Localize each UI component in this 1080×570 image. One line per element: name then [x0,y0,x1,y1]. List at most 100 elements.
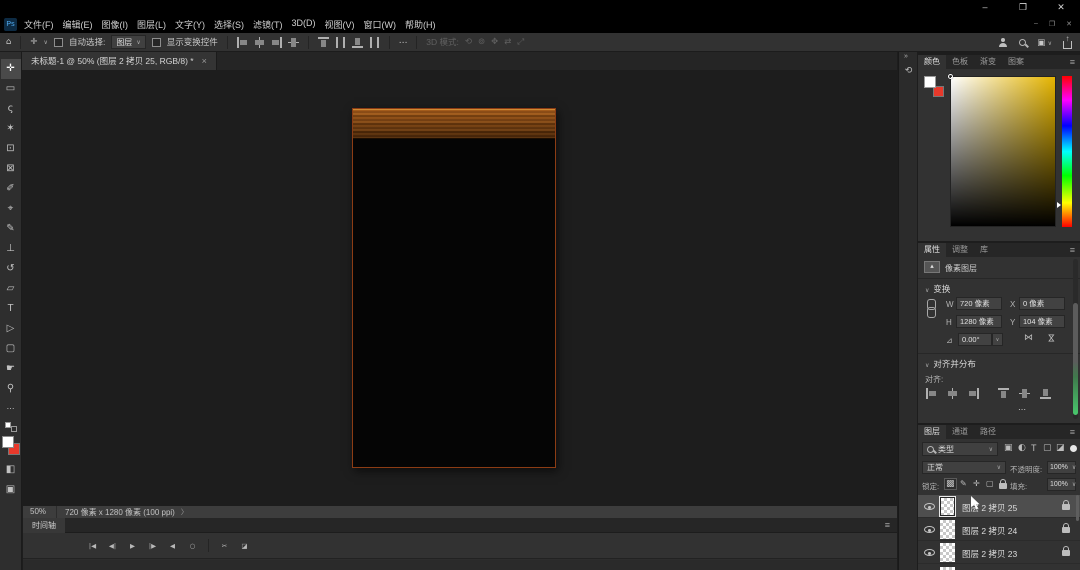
auto-select-checkbox[interactable] [54,38,63,47]
color-panel-swatches[interactable] [923,75,949,101]
history-brush-tool[interactable]: ↺ [1,259,21,279]
color-panel-menu-icon[interactable]: ≡ [1070,55,1075,69]
tab-channels[interactable]: 通道 [946,425,974,439]
layer-row[interactable]: 图层 2 拷贝 24 [918,518,1080,541]
menu-edit[interactable]: 编辑(E) [63,18,93,31]
rotation-field[interactable]: 0.00° [958,333,992,346]
account-icon[interactable] [998,38,1008,48]
quick-mask-icon[interactable]: ◧ [1,460,21,480]
filter-toggle-icon[interactable] [1070,445,1077,452]
properties-scrollbar-thumb[interactable] [1073,303,1078,415]
menu-file[interactable]: 文件(F) [24,18,54,31]
hand-tool[interactable]: ☛ [1,359,21,379]
brush-tool[interactable]: ✎ [1,219,21,239]
window-restore-button[interactable]: ❐ [1004,0,1042,16]
filter-adjustment-layers-icon[interactable]: ◐ [1018,443,1026,453]
foreground-color-swatch[interactable] [2,436,14,448]
type-tool[interactable]: T [1,299,21,319]
filter-pixel-layers-icon[interactable]: ▣ [1004,443,1013,453]
menu-window[interactable]: 窗口(W) [364,18,397,31]
lock-transparent-pixels-icon[interactable]: ▩ [944,478,957,490]
layer-row[interactable]: 图层 2 拷贝 23 [918,541,1080,564]
lasso-tool[interactable]: ς [1,99,21,119]
properties-panel-menu-icon[interactable]: ≡ [1070,243,1075,257]
app-minimize-button[interactable]: – [1034,20,1038,28]
flip-vertical-icon[interactable]: ⋈ [1046,334,1056,343]
height-field[interactable]: 1280 像素 [956,315,1002,328]
zoom-tool[interactable]: ⚲ [1,379,21,399]
align-right-edges-icon[interactable] [968,388,979,399]
layer-name[interactable]: 图层 2 拷贝 25 [962,502,1017,514]
current-tool-icon[interactable]: ✛ [30,37,37,47]
search-icon[interactable] [1019,39,1026,46]
shape-tool[interactable]: ▢ [1,339,21,359]
menu-select[interactable]: 选择(S) [214,18,244,31]
expand-panels-icon[interactable]: » [904,53,908,60]
move-tool[interactable]: ✛ [1,59,21,79]
saturation-brightness-picker[interactable] [950,76,1056,227]
align-bottom-edges-icon[interactable] [1040,388,1051,399]
previous-frame-icon[interactable]: ◀| [105,539,120,553]
play-icon[interactable]: ▶ [125,539,140,553]
eraser-tool[interactable]: ▱ [1,279,21,299]
zoom-level-field[interactable]: 50% [23,506,57,518]
lock-artboard-icon[interactable]: ▢ [986,479,994,488]
split-at-playhead-icon[interactable]: ✂ [217,539,232,553]
tab-gradients[interactable]: 渐变 [974,55,1002,69]
picker-cursor-icon[interactable] [948,74,953,79]
window-close-button[interactable]: ✕ [1042,0,1080,16]
align-horizontal-centers-icon[interactable] [254,37,265,48]
constrain-proportions-icon[interactable] [926,299,936,317]
screen-mode-icon[interactable]: ▣ [1,480,21,500]
align-more-button[interactable]: ⋯ [1018,405,1026,414]
y-field[interactable]: 104 像素 [1019,315,1065,328]
opacity-dropdown[interactable]: 100% ∨ [1047,461,1076,474]
layer-row[interactable]: 图层 2 拷贝 25 [918,495,1080,518]
align-right-edges-icon[interactable] [271,37,282,48]
layer-visibility-eye-icon[interactable] [924,503,935,510]
menu-type[interactable]: 文字(Y) [175,18,205,31]
distribute-horizontal-icon[interactable] [335,37,346,48]
eyedropper-tool[interactable]: ✐ [1,179,21,199]
crop-tool[interactable]: ⊡ [1,139,21,159]
mute-audio-icon[interactable]: ◀ [165,539,180,553]
tab-paths[interactable]: 路径 [974,425,1002,439]
playback-options-icon[interactable]: ○ [185,539,200,553]
menu-3d[interactable]: 3D(D) [292,18,316,31]
app-restore-button[interactable]: ❐ [1049,20,1055,28]
clone-stamp-tool[interactable]: ⊥ [1,239,21,259]
share-icon[interactable] [1063,41,1072,49]
tab-patterns[interactable]: 图案 [1002,55,1030,69]
menu-filter[interactable]: 滤镜(T) [253,18,283,31]
align-top-edges-icon[interactable] [318,37,329,48]
tab-properties[interactable]: 属性 [918,243,946,257]
tool-preset-chevron-icon[interactable]: ∨ [44,39,48,46]
layer-visibility-eye-icon[interactable] [924,526,935,533]
layer-visibility-eye-icon[interactable] [924,549,935,556]
distribute-vertical-icon[interactable] [369,37,380,48]
tab-libraries[interactable]: 库 [974,243,994,257]
default-colors-icon[interactable] [5,422,17,432]
spot-healing-brush-tool[interactable]: ⌖ [1,199,21,219]
flip-horizontal-icon[interactable]: ⋈ [1024,333,1033,343]
align-horizontal-centers-icon[interactable] [947,388,958,399]
layer-name[interactable]: 图层 2 拷贝 23 [962,548,1017,560]
rectangular-marquee-tool[interactable]: ▭ [1,79,21,99]
width-field[interactable]: 720 像素 [956,297,1002,310]
menu-view[interactable]: 视图(V) [325,18,355,31]
align-more-options-button[interactable]: ⋯ [399,37,408,48]
object-selection-tool[interactable]: ✶ [1,119,21,139]
tab-swatches[interactable]: 色板 [946,55,974,69]
layer-row[interactable] [918,564,1080,570]
tab-timeline[interactable]: 时间轴 [23,518,65,533]
filter-smart-objects-icon[interactable]: ◪ [1056,443,1065,453]
tab-adjustments[interactable]: 调整 [946,243,974,257]
next-frame-icon[interactable]: |▶ [145,539,160,553]
workspace-switcher-icon[interactable]: ▣ ∨ [1037,37,1052,48]
path-selection-tool[interactable]: ▷ [1,319,21,339]
align-vertical-centers-icon[interactable] [288,37,299,48]
filter-type-layers-icon[interactable]: T [1031,443,1037,453]
align-bottom-edges-icon[interactable] [352,37,363,48]
hue-slider[interactable] [1062,76,1072,227]
align-vertical-centers-icon[interactable] [1019,388,1030,399]
